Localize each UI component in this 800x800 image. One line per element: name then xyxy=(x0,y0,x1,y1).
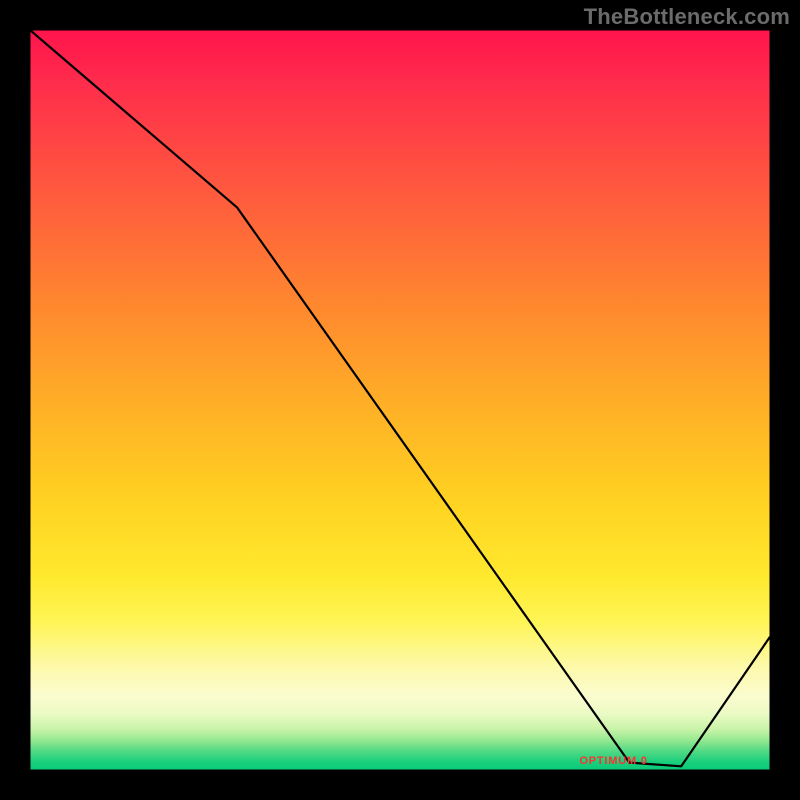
optimum-label: OPTIMUM 0 xyxy=(579,755,647,767)
watermark-text: TheBottleneck.com xyxy=(584,4,790,30)
chart-background-gradient xyxy=(30,30,770,770)
chart-stage: TheBottleneck.com OPTIMUM 0 xyxy=(0,0,800,800)
